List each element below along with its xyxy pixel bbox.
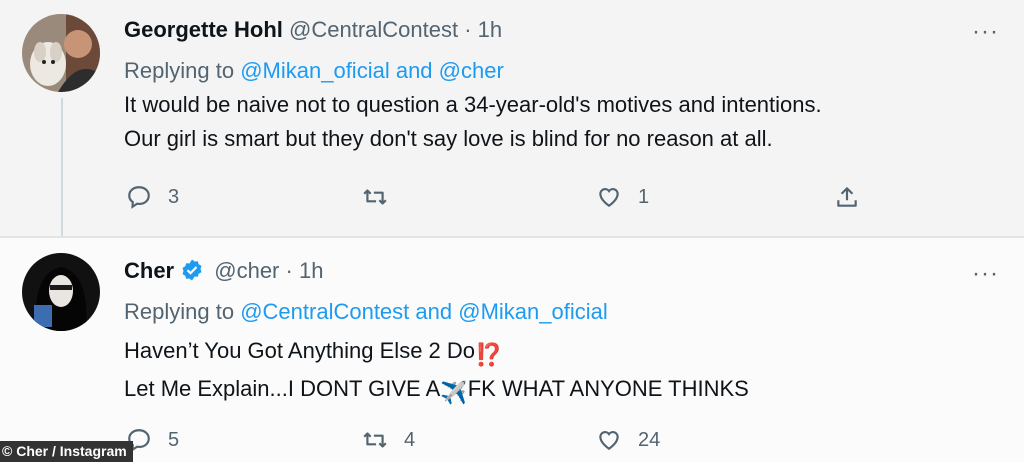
interrobang-emoji: ⁉️: [475, 342, 503, 367]
replying-to: Replying to @Mikan_oficial and @cher: [124, 58, 504, 84]
replying-prefix: Replying to: [124, 299, 235, 324]
tweet-text-line: Haven’t You Got Anything Else 2 Do⁉️: [124, 334, 749, 372]
watermark: © Cher / Instagram: [0, 441, 133, 462]
share-button[interactable]: [834, 184, 860, 210]
avatar[interactable]: [22, 253, 100, 331]
reply-button[interactable]: 3: [126, 184, 179, 210]
display-name[interactable]: Cher: [124, 258, 174, 283]
retweet-icon: [363, 189, 387, 205]
avatar[interactable]: [22, 14, 100, 92]
tweet-text-segment: Let Me Explain...I DONT GIVE A: [124, 376, 441, 401]
like-count: 24: [638, 428, 661, 451]
like-icon: [599, 431, 619, 450]
timestamp[interactable]: · 1h: [464, 17, 502, 42]
tweet-header: Cher @cher · 1h: [124, 258, 323, 284]
tweet-text-line: Our girl is smart but they don't say lov…: [124, 126, 773, 151]
mention-link[interactable]: @Mikan_oficial: [240, 58, 390, 83]
retweet-count: 4: [404, 428, 416, 451]
user-handle[interactable]: @cher: [214, 258, 279, 283]
like-icon: [599, 188, 619, 207]
display-name[interactable]: Georgette Hohl: [124, 17, 283, 42]
timestamp[interactable]: · 1h: [286, 258, 324, 283]
tweet-text: Haven’t You Got Anything Else 2 Do⁉️ Let…: [124, 334, 749, 410]
replying-and[interactable]: and: [415, 299, 452, 324]
tweet-text: It would be naive not to question a 34-y…: [124, 88, 822, 156]
tweet-text-line: It would be naive not to question a 34-y…: [124, 92, 822, 117]
tweet-text-line: Let Me Explain...I DONT GIVE A✈️FK WHAT …: [124, 372, 749, 410]
replying-to: Replying to @CentralContest and @Mikan_o…: [124, 299, 608, 325]
reply-button[interactable]: 5: [126, 427, 179, 453]
user-handle[interactable]: @CentralContest: [289, 17, 458, 42]
verified-badge-icon: [182, 259, 202, 281]
more-options-icon[interactable]: ···: [972, 18, 999, 46]
retweet-button[interactable]: [362, 184, 404, 210]
mention-link[interactable]: @cher: [439, 58, 504, 83]
like-button[interactable]: 24: [596, 427, 660, 453]
retweet-icon: [363, 432, 387, 448]
reply-count: 5: [168, 428, 180, 451]
replying-prefix: Replying to: [124, 58, 235, 83]
thread-connector: [61, 98, 63, 238]
tweet-cher[interactable]: Cher @cher · 1h ··· Replying to @Central…: [0, 238, 1024, 462]
like-count: 1: [638, 185, 650, 208]
reply-count: 3: [168, 185, 180, 208]
tweet-georgette[interactable]: Georgette Hohl @CentralContest · 1h ··· …: [0, 0, 1024, 236]
airplane-emoji: ✈️: [440, 380, 468, 405]
mention-link[interactable]: @CentralContest: [240, 299, 409, 324]
tweet-header: Georgette Hohl @CentralContest · 1h: [124, 17, 502, 43]
like-button[interactable]: 1: [596, 184, 649, 210]
retweet-button[interactable]: 4: [362, 427, 415, 453]
replying-and[interactable]: and: [396, 58, 433, 83]
tweet-text-segment: Haven’t You Got Anything Else 2 Do: [124, 338, 476, 363]
share-icon: [837, 187, 857, 207]
tweet-text-segment: FK WHAT ANYONE THINKS: [467, 376, 749, 401]
more-options-icon[interactable]: ···: [972, 260, 999, 288]
mention-link[interactable]: @Mikan_oficial: [458, 299, 608, 324]
reply-icon: [128, 186, 150, 209]
